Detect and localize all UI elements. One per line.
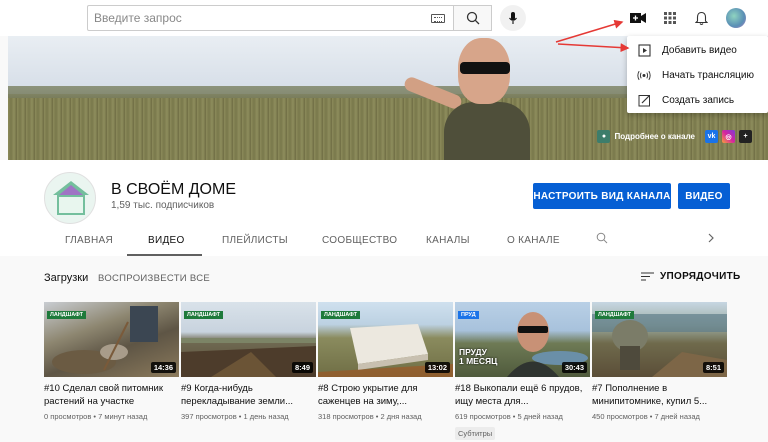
customize-channel-button[interactable]: НАСТРОИТЬ ВИД КАНАЛА <box>533 183 671 209</box>
search-icon <box>596 232 608 244</box>
sort-icon <box>641 272 654 281</box>
video-duration: 8:49 <box>291 362 313 373</box>
channel-info-icon: ● <box>597 130 611 143</box>
tab-community[interactable]: СООБЩЕСТВО <box>322 235 397 246</box>
mic-icon <box>509 12 517 24</box>
subtitles-badge: Субтитры <box>455 427 496 440</box>
channel-avatar[interactable] <box>44 172 96 224</box>
channel-search-button[interactable] <box>596 232 608 247</box>
chevron-right-icon <box>708 233 714 243</box>
channel-name: В СВОЁМ ДОМЕ <box>111 181 236 198</box>
tab-playlists[interactable]: ПЛЕЙЛИСТЫ <box>222 235 288 246</box>
voice-search-button[interactable] <box>500 5 526 31</box>
edit-post-icon <box>637 94 651 108</box>
tab-channels[interactable]: КАНАЛЫ <box>426 235 470 246</box>
video-meta: 619 просмотров • 5 дней назад <box>455 412 563 421</box>
video-duration: 30:43 <box>561 362 587 373</box>
search-box <box>87 5 454 31</box>
video-title[interactable]: #7 Пополнение в минипитомнике, купил 5..… <box>592 382 727 408</box>
category-badge: ЛАНДШАФТ <box>47 311 86 319</box>
video-thumbnail[interactable]: ЛАНДШАФТ 13:02 <box>318 302 453 377</box>
notifications-button[interactable] <box>690 7 712 29</box>
bell-icon <box>694 11 708 25</box>
video-title[interactable]: #9 Когда-нибудь перекладывание земли... <box>181 382 316 408</box>
create-video-button[interactable] <box>627 7 649 29</box>
live-broadcast-icon <box>637 69 651 83</box>
topbar <box>0 0 768 36</box>
category-badge: ЛАНДШАФТ <box>595 311 634 319</box>
vk-icon[interactable]: vk <box>705 130 718 143</box>
apps-button[interactable] <box>659 7 681 29</box>
video-title[interactable]: #8 Строю укрытие для саженцев на зиму,..… <box>318 382 453 408</box>
subscriber-count: 1,59 тыс. подписчиков <box>111 200 215 211</box>
keyboard-icon[interactable] <box>431 14 445 23</box>
sunglasses <box>460 62 510 74</box>
tab-videos[interactable]: ВИДЕО <box>148 235 185 246</box>
avatar[interactable] <box>726 8 746 28</box>
search-icon <box>466 11 479 25</box>
create-video-icon <box>630 13 646 23</box>
plus-icon[interactable]: + <box>739 130 752 143</box>
manage-videos-button[interactable]: ВИДЕО <box>678 183 730 209</box>
menu-item-live[interactable]: Начать трансляцию <box>627 63 768 88</box>
about-channel-link[interactable]: Подробнее о канале <box>614 132 695 141</box>
search-button[interactable] <box>454 5 492 31</box>
video-thumbnail[interactable]: ЛАНДШАФТ 14:36 <box>44 302 179 377</box>
video-duration: 14:36 <box>150 362 176 373</box>
video-duration: 8:51 <box>702 362 724 373</box>
sort-button[interactable]: УПОРЯДОЧИТЬ <box>641 271 741 282</box>
tab-home[interactable]: ГЛАВНАЯ <box>65 235 113 246</box>
channel-tabs: ГЛАВНАЯ ВИДЕО ПЛЕЙЛИСТЫ СООБЩЕСТВО КАНАЛ… <box>0 226 768 256</box>
category-badge: ПРУД <box>458 311 479 319</box>
video-meta: 450 просмотров • 7 дней назад <box>592 412 700 421</box>
video-thumbnail[interactable]: ПРУД ПРУДУ 1 МЕСЯЦ 30:43 <box>455 302 590 377</box>
video-duration: 13:02 <box>424 362 450 373</box>
uploads-title: Загрузки <box>44 272 89 284</box>
category-badge: ЛАНДШАФТ <box>321 311 360 319</box>
banner-links: ● Подробнее о канале vk ◎ + <box>597 130 752 143</box>
menu-item-create-post[interactable]: Создать запись <box>627 88 768 113</box>
thumbnail-overlay-text: ПРУДУ 1 МЕСЯЦ <box>459 347 498 366</box>
tabs-next-button[interactable] <box>707 233 715 246</box>
video-title[interactable]: #10 Сделал свой питомник растений на уча… <box>44 382 179 408</box>
active-tab-indicator <box>127 254 202 256</box>
video-meta: 397 просмотров • 1 день назад <box>181 412 289 421</box>
video-thumbnail[interactable]: ЛАНДШАФТ 8:49 <box>181 302 316 377</box>
video-title[interactable]: #18 Выкопали ещё 6 прудов, ищу места для… <box>455 382 590 408</box>
apps-grid-icon <box>664 12 676 24</box>
menu-item-upload-video[interactable]: Добавить видео <box>627 38 768 63</box>
video-meta: 318 просмотров • 2 дня назад <box>318 412 422 421</box>
channel-header: В СВОЁМ ДОМЕ 1,59 тыс. подписчиков НАСТР… <box>0 160 768 256</box>
create-menu: Добавить видео Начать трансляцию Создать… <box>627 36 768 113</box>
video-meta: 0 просмотров • 7 минут назад <box>44 412 148 421</box>
play-all-button[interactable]: ВОСПРОИЗВЕСТИ ВСЕ <box>98 273 210 284</box>
upload-video-icon <box>637 44 651 58</box>
category-badge: ЛАНДШАФТ <box>184 311 223 319</box>
search-input[interactable] <box>88 6 418 30</box>
video-thumbnail[interactable]: ЛАНДШАФТ 8:51 <box>592 302 727 377</box>
tab-about[interactable]: О КАНАЛЕ <box>507 235 560 246</box>
banner-person <box>444 36 530 160</box>
instagram-icon[interactable]: ◎ <box>722 130 735 143</box>
